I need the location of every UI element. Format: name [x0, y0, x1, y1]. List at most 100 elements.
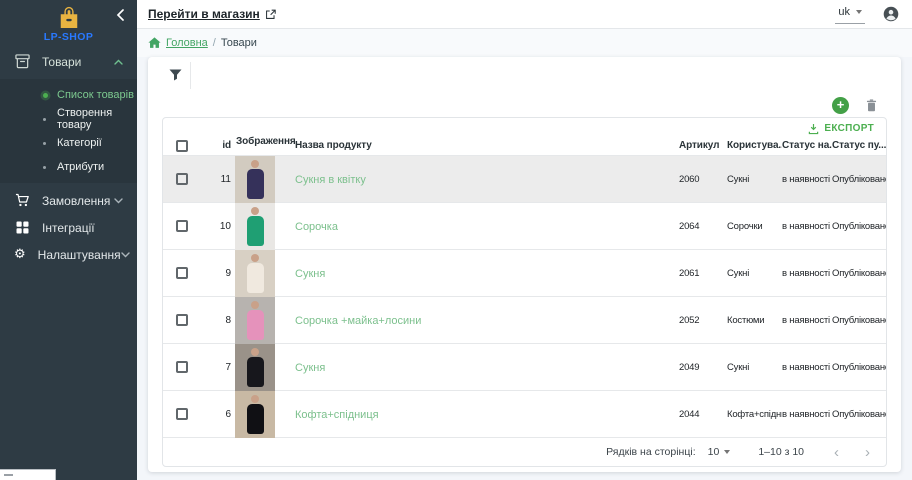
- sidebar-subitem[interactable]: Список товарів: [0, 83, 137, 107]
- home-icon: [148, 37, 161, 49]
- cell-publish-status: Опубліковано: [832, 268, 886, 279]
- bullet-icon: [43, 93, 48, 98]
- rows-per-page-select[interactable]: 10: [708, 446, 731, 458]
- table-row: 11 Сукня в квітку 2060 Сукні в наявності…: [163, 156, 886, 203]
- cell-sku: 2049: [679, 362, 727, 373]
- sidebar-nav: Товари Список товарів Створення товару К…: [0, 46, 137, 268]
- toolbar-divider: [190, 62, 191, 89]
- cell-sku: 2052: [679, 315, 727, 326]
- export-button[interactable]: ЕКСПОРТ: [163, 118, 886, 136]
- row-checkbox[interactable]: [176, 267, 188, 279]
- cell-category: Сорочки: [727, 221, 782, 232]
- header-image: Зображення: [235, 136, 275, 155]
- table-row: 8 Сорочка +майка+лосини 2052 Костюми в н…: [163, 297, 886, 344]
- cell-stock-status: в наявності: [782, 315, 832, 326]
- select-all-checkbox[interactable]: [176, 140, 188, 152]
- apps-grid-icon: [14, 221, 30, 234]
- chevron-down-icon: [114, 198, 123, 204]
- cell-id: 11: [203, 174, 235, 185]
- sidebar-group-orders[interactable]: Замовлення: [0, 187, 137, 214]
- shopping-bag-icon: [58, 5, 80, 29]
- previous-page-button[interactable]: ‹: [834, 445, 839, 460]
- cell-id: 10: [203, 221, 235, 232]
- language-select[interactable]: uk: [835, 4, 865, 24]
- header-category: Користува...: [727, 140, 782, 151]
- caret-down-icon: [856, 10, 862, 14]
- trash-icon: [866, 99, 877, 112]
- table-actions: +: [148, 93, 901, 117]
- chevron-down-icon: [121, 252, 130, 258]
- cart-icon: [14, 193, 30, 208]
- product-name-link[interactable]: Сукня: [295, 268, 325, 280]
- cell-category: Костюми: [727, 315, 782, 326]
- product-image[interactable]: [235, 344, 275, 391]
- product-image[interactable]: [235, 156, 275, 203]
- cell-stock-status: в наявності: [782, 221, 832, 232]
- sidebar-group-label: Інтеграції: [42, 221, 95, 235]
- sidebar-group-products[interactable]: Товари: [0, 48, 137, 75]
- cell-sku: 2044: [679, 409, 727, 420]
- cell-sku: 2061: [679, 268, 727, 279]
- browser-status-tooltip: [0, 469, 56, 480]
- delete-button[interactable]: [866, 99, 877, 112]
- row-checkbox[interactable]: [176, 408, 188, 420]
- sidebar-subitem[interactable]: Категорії: [0, 131, 137, 155]
- filter-button[interactable]: [169, 69, 182, 81]
- breadcrumb: Головна / Товари: [137, 29, 912, 57]
- sidebar-collapse-button[interactable]: [116, 8, 125, 26]
- product-image[interactable]: [235, 250, 275, 297]
- external-link-icon: [265, 9, 276, 20]
- topbar-right: uk: [835, 4, 899, 24]
- rows-per-page-value: 10: [708, 446, 720, 458]
- sidebar-subitem[interactable]: Створення товару: [0, 107, 137, 131]
- product-name-link[interactable]: Сорочка: [295, 221, 338, 233]
- breadcrumb-separator: /: [213, 37, 216, 49]
- row-checkbox[interactable]: [176, 361, 188, 373]
- sidebar-group-label: Товари: [42, 55, 81, 69]
- row-checkbox[interactable]: [176, 314, 188, 326]
- row-checkbox[interactable]: [176, 173, 188, 185]
- go-to-store-link[interactable]: Перейти в магазин: [148, 7, 276, 21]
- cell-id: 8: [203, 315, 235, 326]
- product-name-link[interactable]: Сукня в квітку: [295, 174, 366, 186]
- add-product-button[interactable]: +: [832, 97, 849, 114]
- sidebar-subitem-label: Атрибути: [57, 161, 104, 173]
- cell-category: Сукні: [727, 174, 782, 185]
- rows-per-page-label: Рядків на сторінці:: [606, 446, 695, 458]
- cell-id: 9: [203, 268, 235, 279]
- sidebar-group-settings[interactable]: ⚙ Налаштування: [0, 241, 137, 268]
- table-header-row: id Зображення Назва продукту Артикул Кор…: [163, 136, 886, 156]
- bullet-icon: [43, 166, 46, 169]
- header-stock-status: Статус на...: [782, 140, 832, 151]
- cell-publish-status: Опубліковано: [832, 174, 886, 185]
- bullet-icon: [43, 118, 46, 121]
- cell-category: Сукні: [727, 268, 782, 279]
- cell-id: 7: [203, 362, 235, 373]
- products-card: + ЕКСПОРТ: [148, 57, 901, 472]
- breadcrumb-home-link[interactable]: Головна: [166, 37, 208, 49]
- product-image[interactable]: [235, 203, 275, 250]
- product-image[interactable]: [235, 391, 275, 438]
- product-name-link[interactable]: Кофта+спідниця: [295, 409, 379, 421]
- account-button[interactable]: [883, 6, 899, 22]
- download-icon: [808, 123, 819, 135]
- sidebar-subitem-label: Список товарів: [57, 89, 134, 101]
- cell-publish-status: Опубліковано: [832, 315, 886, 326]
- sidebar-group-integrations[interactable]: Інтеграції: [0, 214, 137, 241]
- sidebar-group-label: Налаштування: [38, 248, 121, 262]
- pagination-range: 1–10 з 10: [758, 446, 804, 458]
- header-name: Назва продукту: [275, 140, 679, 151]
- table-toolbar: [148, 57, 901, 93]
- main-area: Перейти в магазин uk: [137, 0, 912, 480]
- next-page-button[interactable]: ›: [865, 445, 870, 460]
- cell-id: 6: [203, 409, 235, 420]
- sidebar-subitem[interactable]: Атрибути: [0, 155, 137, 179]
- product-name-link[interactable]: Сорочка +майка+лосини: [295, 315, 421, 327]
- content: + ЕКСПОРТ: [137, 57, 912, 480]
- product-image[interactable]: [235, 297, 275, 344]
- sidebar: LP-SHOP Товари Список товарів: [0, 0, 137, 480]
- row-checkbox[interactable]: [176, 220, 188, 232]
- cell-sku: 2060: [679, 174, 727, 185]
- header-publish-status: Статус пу...: [832, 140, 886, 151]
- product-name-link[interactable]: Сукня: [295, 362, 325, 374]
